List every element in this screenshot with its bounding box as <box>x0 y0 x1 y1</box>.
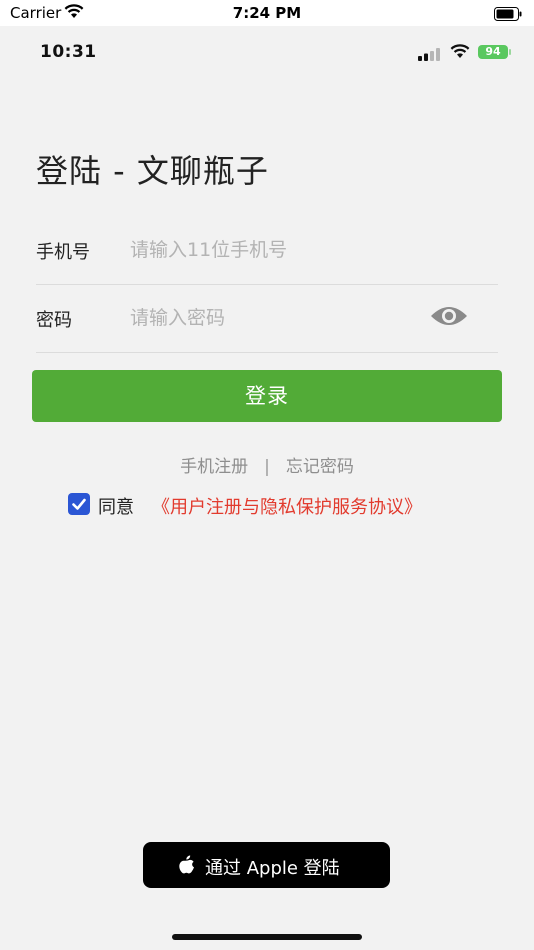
login-button[interactable]: 登录 <box>32 370 502 422</box>
agree-label: 同意 <box>98 497 134 518</box>
apple-icon <box>179 855 195 879</box>
auth-links: 手机注册 | 忘记密码 <box>0 452 534 477</box>
password-label: 密码 <box>36 310 72 331</box>
inner-time: 10:31 <box>40 42 97 62</box>
outer-status-bar: Carrier 7:24 PM <box>0 0 534 26</box>
forgot-password-link[interactable]: 忘记密码 <box>286 457 354 477</box>
eye-icon[interactable] <box>430 304 468 332</box>
battery-level: 94 <box>478 45 508 59</box>
apple-login-button[interactable]: 通过 Apple 登陆 <box>143 842 390 888</box>
outer-time: 7:24 PM <box>232 4 302 22</box>
phone-row: 手机号 <box>36 216 498 285</box>
check-icon <box>72 498 86 510</box>
battery-icon <box>494 6 522 25</box>
links-separator: | <box>264 457 270 477</box>
apple-login-label: 通过 Apple 登陆 <box>205 858 340 879</box>
register-link[interactable]: 手机注册 <box>180 457 248 477</box>
phone-label: 手机号 <box>36 242 90 263</box>
wifi-icon <box>450 44 470 63</box>
inner-status-bar: 10:31 94 <box>0 40 534 66</box>
battery-tip <box>509 49 511 55</box>
password-input[interactable] <box>128 300 422 336</box>
page-title: 登陆 - 文聊瓶子 <box>36 152 269 190</box>
agree-checkbox[interactable] <box>68 493 90 515</box>
signal-icon <box>418 46 444 65</box>
phone-input[interactable] <box>128 232 422 268</box>
privacy-agreement-link[interactable]: 《用户注册与隐私保护服务协议》 <box>152 493 422 519</box>
password-row: 密码 <box>36 284 498 353</box>
home-indicator <box>172 934 362 940</box>
